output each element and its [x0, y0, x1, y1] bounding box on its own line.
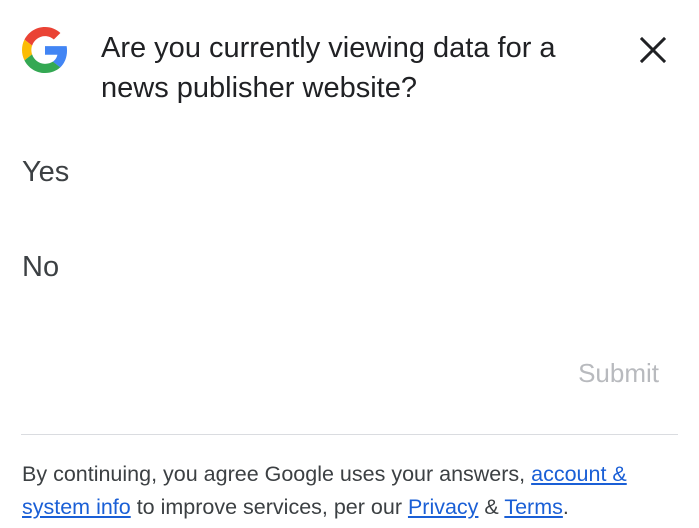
google-logo-icon — [22, 27, 68, 73]
survey-question: Are you currently viewing data for a new… — [101, 32, 556, 104]
privacy-link[interactable]: Privacy — [408, 495, 478, 519]
option-no[interactable]: No — [22, 249, 59, 285]
disclaimer-text-middle: to improve services, per our — [130, 495, 408, 519]
submit-button[interactable]: Submit — [578, 356, 659, 390]
footer-disclaimer: By continuing, you agree Google uses you… — [22, 458, 682, 524]
disclaimer-text-end: . — [562, 495, 569, 519]
survey-dialog: Are you currently viewing data for a new… — [0, 0, 699, 528]
close-icon — [640, 37, 666, 63]
terms-link[interactable]: Terms — [504, 495, 563, 519]
disclaimer-ampersand: & — [478, 495, 505, 519]
option-yes[interactable]: Yes — [22, 154, 69, 190]
divider — [21, 434, 678, 435]
close-button[interactable] — [636, 33, 670, 67]
disclaimer-text-before: By continuing, you agree Google uses you… — [22, 462, 532, 486]
